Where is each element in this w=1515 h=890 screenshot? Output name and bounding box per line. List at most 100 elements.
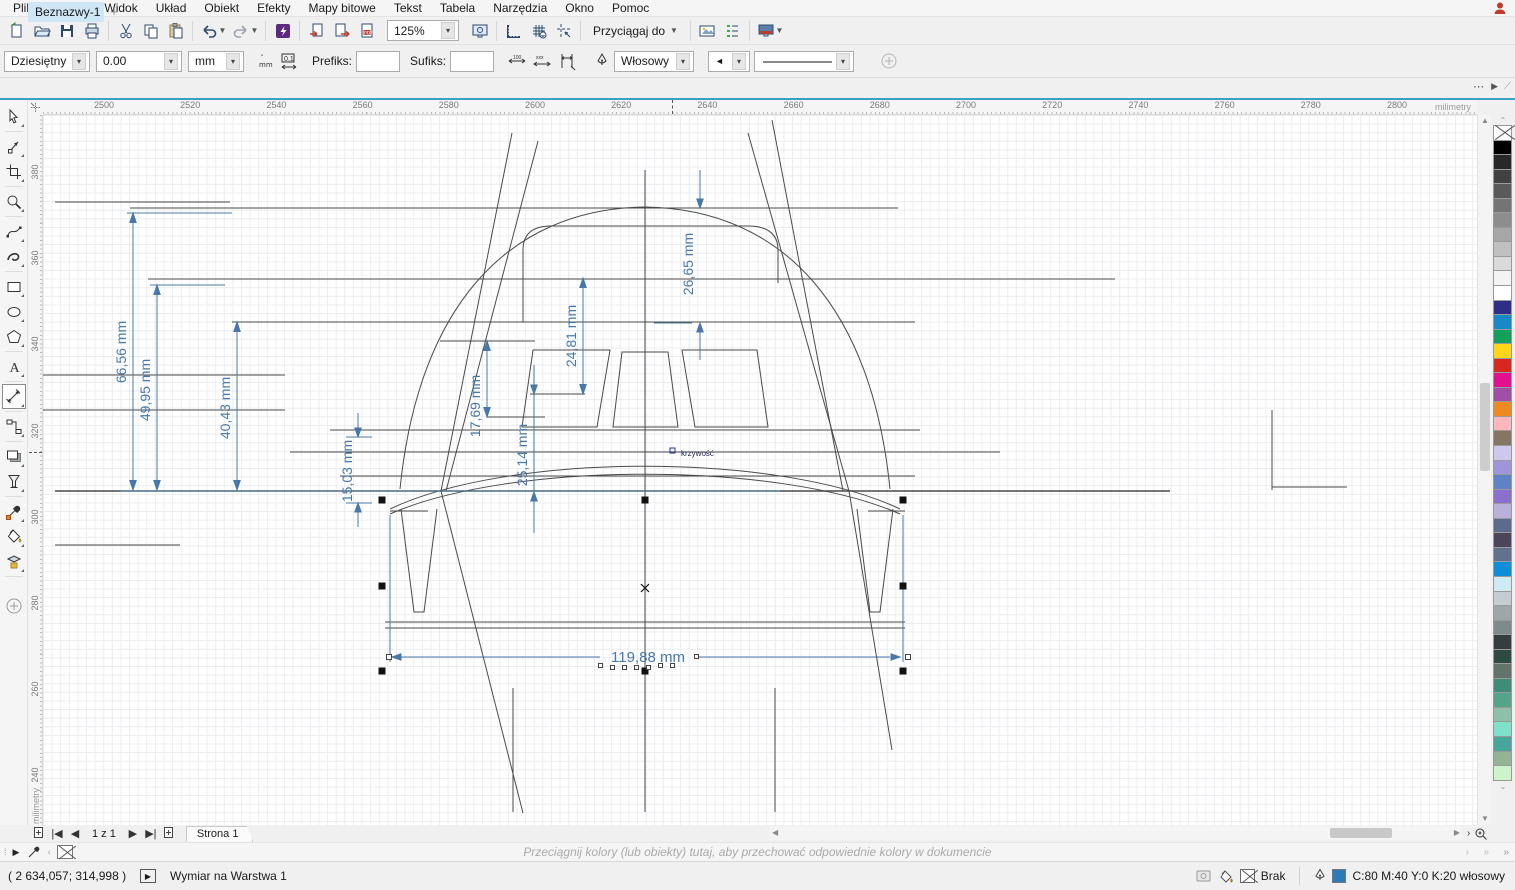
palette-color-swatch[interactable] [1493, 154, 1512, 170]
palette-color-swatch[interactable] [1493, 343, 1512, 359]
palette-color-swatch[interactable] [1493, 765, 1512, 781]
palette-color-swatch[interactable] [1493, 721, 1512, 737]
dimension-units-select[interactable]: mm▾ [188, 51, 244, 72]
crop-tool[interactable] [2, 159, 26, 184]
ellipse-tool[interactable] [2, 299, 26, 324]
menu-mapy-bitowe[interactable]: Mapy bitowe [299, 0, 384, 16]
document-color-proof-icon[interactable] [1196, 869, 1212, 883]
show-grid-button[interactable] [526, 19, 551, 43]
palette-color-swatch[interactable] [1493, 678, 1512, 694]
drop-shadow-tool[interactable] [2, 444, 26, 469]
palette-color-swatch[interactable] [1493, 358, 1512, 374]
dimension-tool[interactable] [2, 384, 26, 409]
palette-color-swatch[interactable] [1493, 445, 1512, 461]
palette-color-swatch[interactable] [1493, 736, 1512, 752]
palette-color-swatch[interactable] [1493, 503, 1512, 519]
horizontal-ruler[interactable]: milimetry 250025202540256025802600262026… [43, 100, 1477, 115]
palette-color-swatch[interactable] [1493, 649, 1512, 665]
palette-scroll-down-icon[interactable]: ⌄ [1491, 781, 1515, 792]
next-page-button[interactable]: ▶ [124, 827, 142, 840]
dynamic-dimensioning-button[interactable]: 100 [504, 49, 529, 73]
palette-color-swatch[interactable] [1493, 198, 1512, 214]
last-page-button[interactable]: ▶| [142, 827, 160, 840]
show-rulers-button[interactable] [501, 19, 526, 43]
palette-color-swatch[interactable] [1493, 474, 1512, 490]
palette-color-swatch[interactable] [1493, 241, 1512, 257]
user-account-icon[interactable] [1493, 1, 1507, 15]
snap-to-dropdown[interactable]: Przyciągaj do▼ [585, 22, 686, 40]
transparency-tool[interactable] [2, 469, 26, 494]
scroll-down-icon[interactable]: ▼ [1478, 813, 1492, 825]
drawing-canvas[interactable]: 66,56 mm 49,95 mm 40,43 mm 15,03 mm 17,6… [43, 115, 1477, 825]
fill-none-swatch[interactable] [1240, 869, 1255, 883]
palette-color-swatch[interactable] [1493, 140, 1512, 156]
tab-scroll-right-icon[interactable]: ▶ [1491, 81, 1498, 92]
first-page-button[interactable]: |◀ [48, 827, 66, 840]
palette-color-swatch[interactable] [1493, 620, 1512, 636]
vertical-ruler[interactable]: milimetry 380360340320300280260240 [28, 115, 43, 825]
add-tool-tool[interactable] [2, 593, 26, 618]
pan-right-icon[interactable]: › [1467, 828, 1470, 839]
paste-button[interactable] [163, 19, 188, 43]
scroll-right-icon[interactable]: ▶ [1454, 828, 1460, 837]
palette-color-swatch[interactable] [1493, 212, 1512, 228]
color-eyedropper-tool[interactable] [2, 499, 26, 524]
dimension-style-select[interactable]: Dziesiętny▾ [4, 51, 90, 72]
menu-narzędzia[interactable]: Narzędzia [484, 0, 556, 16]
palette-options-icon[interactable]: » [1503, 847, 1509, 858]
preview-selected-button[interactable] [695, 19, 720, 43]
show-guidelines-button[interactable] [551, 19, 576, 43]
import-button[interactable] [304, 19, 329, 43]
palette-color-swatch[interactable] [1493, 430, 1512, 446]
smart-fill-tool[interactable] [2, 549, 26, 574]
shape-tool[interactable] [2, 134, 26, 159]
freehand-tool[interactable] [2, 219, 26, 244]
new-document-tab-button[interactable]: + [106, 4, 122, 20]
palette-color-swatch[interactable] [1493, 663, 1512, 679]
artistic-media-tool[interactable] [2, 244, 26, 269]
vertical-scrollbar-thumb[interactable] [1480, 383, 1490, 471]
prefix-input[interactable] [356, 51, 400, 72]
menu-obiekt[interactable]: Obiekt [195, 0, 248, 16]
dimension-precision-select[interactable]: 0.00▾ [96, 51, 182, 72]
palette-color-swatch[interactable] [1493, 329, 1512, 345]
new-document-button[interactable] [4, 19, 29, 43]
dimension-text-position-button[interactable]: 0.1 [277, 49, 302, 73]
scroll-up-icon[interactable]: ▲ [1478, 115, 1492, 127]
save-button[interactable] [54, 19, 79, 43]
palette-color-swatch[interactable] [1493, 227, 1512, 243]
outline-width-select[interactable]: Włosowy▾ [614, 51, 694, 72]
palette-color-swatch[interactable] [1493, 416, 1512, 432]
palette-color-swatch[interactable] [1493, 751, 1512, 767]
menu-układ[interactable]: Układ [147, 0, 196, 16]
palette-color-swatch[interactable] [1493, 460, 1512, 476]
pick-tool[interactable] [2, 104, 26, 129]
menu-tekst[interactable]: Tekst [385, 0, 431, 16]
palette-color-swatch[interactable] [1493, 634, 1512, 650]
horizontal-scrollbar[interactable]: ◀ ▶ [770, 826, 1462, 840]
palette-color-swatch[interactable] [1493, 169, 1512, 185]
export-button[interactable] [329, 19, 354, 43]
status-play-button[interactable]: ▶ [140, 869, 156, 883]
palette-no-color-swatch[interactable] [1493, 125, 1512, 141]
palette-color-swatch[interactable] [1493, 256, 1512, 272]
undo-button[interactable]: ▼ [197, 19, 229, 43]
interactive-fill-tool[interactable] [2, 524, 26, 549]
add-property-button[interactable] [876, 49, 901, 73]
menu-pomoc[interactable]: Pomoc [603, 0, 658, 16]
zoom-tool[interactable] [2, 189, 26, 214]
arrowhead-start-select[interactable]: ◄▾ [708, 51, 750, 72]
suffix-input[interactable] [450, 51, 494, 72]
dimension-lines[interactable] [120, 170, 903, 662]
palette-color-swatch[interactable] [1493, 372, 1512, 388]
cut-button[interactable] [113, 19, 138, 43]
pen-flyout-icon[interactable]: ⟋ [1504, 81, 1511, 92]
palette-color-swatch[interactable] [1493, 532, 1512, 548]
open-button[interactable] [29, 19, 54, 43]
palette-color-swatch[interactable] [1493, 183, 1512, 199]
publish-pdf-button[interactable]: PDF [354, 19, 379, 43]
menu-efekty[interactable]: Efekty [248, 0, 299, 16]
palette-color-swatch[interactable] [1493, 518, 1512, 534]
palette-color-swatch[interactable] [1493, 692, 1512, 708]
docked-tabs-menu-icon[interactable]: ⋯ [1473, 80, 1485, 93]
